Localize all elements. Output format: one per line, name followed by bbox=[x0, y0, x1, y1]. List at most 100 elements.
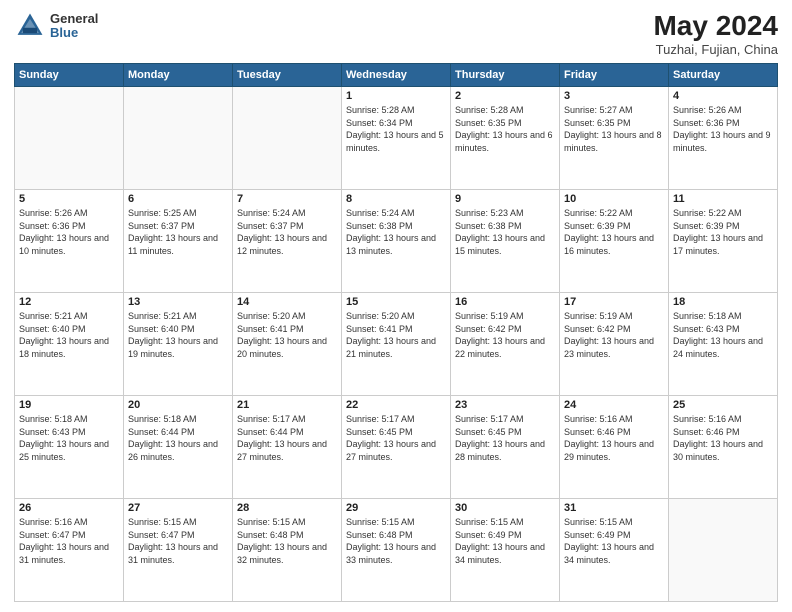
day-number: 13 bbox=[128, 296, 228, 308]
calendar-cell: 9Sunrise: 5:23 AM Sunset: 6:38 PM Daylig… bbox=[451, 190, 560, 293]
day-number: 5 bbox=[19, 193, 119, 205]
day-number: 20 bbox=[128, 399, 228, 411]
day-info: Sunrise: 5:28 AM Sunset: 6:34 PM Dayligh… bbox=[346, 104, 446, 154]
day-number: 31 bbox=[564, 502, 664, 514]
day-info: Sunrise: 5:19 AM Sunset: 6:42 PM Dayligh… bbox=[564, 310, 664, 360]
logo-text: General Blue bbox=[50, 12, 98, 41]
day-info: Sunrise: 5:22 AM Sunset: 6:39 PM Dayligh… bbox=[673, 207, 773, 257]
day-number: 22 bbox=[346, 399, 446, 411]
calendar-week-2: 5Sunrise: 5:26 AM Sunset: 6:36 PM Daylig… bbox=[15, 190, 778, 293]
day-number: 23 bbox=[455, 399, 555, 411]
calendar-cell: 22 Sunrise: 5:17 AM Sunset: 6:45 PM Dayli… bbox=[342, 396, 451, 499]
calendar-cell: 17 Sunrise: 5:19 AM Sunset: 6:42 PM Dayli… bbox=[560, 293, 669, 396]
calendar-week-4: 19 Sunrise: 5:18 AM Sunset: 6:43 PM Dayli… bbox=[15, 396, 778, 499]
day-number: 19 bbox=[19, 399, 119, 411]
day-info: Sunrise: 5:20 AM Sunset: 6:41 PM Dayligh… bbox=[346, 310, 446, 360]
calendar-cell: 30Sunrise: 5:15 AM Sunset: 6:49 PM Dayli… bbox=[451, 499, 560, 602]
col-thursday: Thursday bbox=[451, 64, 560, 87]
calendar-cell bbox=[233, 87, 342, 190]
calendar-cell: 2 Sunrise: 5:28 AM Sunset: 6:35 PM Daylig… bbox=[451, 87, 560, 190]
day-info: Sunrise: 5:15 AM Sunset: 6:47 PM Dayligh… bbox=[128, 516, 228, 566]
day-info: Sunrise: 5:17 AM Sunset: 6:45 PM Dayligh… bbox=[346, 413, 446, 463]
calendar-cell: 1Sunrise: 5:28 AM Sunset: 6:34 PM Daylig… bbox=[342, 87, 451, 190]
day-number: 2 bbox=[455, 90, 555, 102]
day-info: Sunrise: 5:25 AM Sunset: 6:37 PM Dayligh… bbox=[128, 207, 228, 257]
day-info: Sunrise: 5:21 AM Sunset: 6:40 PM Dayligh… bbox=[128, 310, 228, 360]
day-number: 4 bbox=[673, 90, 773, 102]
calendar-cell: 13 Sunrise: 5:21 AM Sunset: 6:40 PM Dayli… bbox=[124, 293, 233, 396]
day-info: Sunrise: 5:16 AM Sunset: 6:47 PM Dayligh… bbox=[19, 516, 119, 566]
day-number: 26 bbox=[19, 502, 119, 514]
day-info: Sunrise: 5:23 AM Sunset: 6:38 PM Dayligh… bbox=[455, 207, 555, 257]
day-info: Sunrise: 5:27 AM Sunset: 6:35 PM Dayligh… bbox=[564, 104, 664, 154]
day-info: Sunrise: 5:16 AM Sunset: 6:46 PM Dayligh… bbox=[673, 413, 773, 463]
col-sunday: Sunday bbox=[15, 64, 124, 87]
col-friday: Friday bbox=[560, 64, 669, 87]
calendar-cell: 18Sunrise: 5:18 AM Sunset: 6:43 PM Dayli… bbox=[669, 293, 778, 396]
day-number: 7 bbox=[237, 193, 337, 205]
calendar-cell: 24 Sunrise: 5:16 AM Sunset: 6:46 PM Dayli… bbox=[560, 396, 669, 499]
page: General Blue May 2024 Tuzhai, Fujian, Ch… bbox=[0, 0, 792, 612]
day-info: Sunrise: 5:16 AM Sunset: 6:46 PM Dayligh… bbox=[564, 413, 664, 463]
calendar-cell: 25 Sunrise: 5:16 AM Sunset: 6:46 PM Dayli… bbox=[669, 396, 778, 499]
day-number: 10 bbox=[564, 193, 664, 205]
day-info: Sunrise: 5:17 AM Sunset: 6:45 PM Dayligh… bbox=[455, 413, 555, 463]
header: General Blue May 2024 Tuzhai, Fujian, Ch… bbox=[14, 10, 778, 57]
day-number: 24 bbox=[564, 399, 664, 411]
calendar-cell bbox=[669, 499, 778, 602]
title-block: May 2024 Tuzhai, Fujian, China bbox=[653, 10, 778, 57]
day-number: 30 bbox=[455, 502, 555, 514]
day-info: Sunrise: 5:26 AM Sunset: 6:36 PM Dayligh… bbox=[673, 104, 773, 154]
calendar-cell: 16Sunrise: 5:19 AM Sunset: 6:42 PM Dayli… bbox=[451, 293, 560, 396]
calendar-cell: 12 Sunrise: 5:21 AM Sunset: 6:40 PM Dayli… bbox=[15, 293, 124, 396]
calendar-cell bbox=[15, 87, 124, 190]
calendar-week-3: 12 Sunrise: 5:21 AM Sunset: 6:40 PM Dayli… bbox=[15, 293, 778, 396]
day-number: 21 bbox=[237, 399, 337, 411]
day-info: Sunrise: 5:15 AM Sunset: 6:48 PM Dayligh… bbox=[237, 516, 337, 566]
day-number: 25 bbox=[673, 399, 773, 411]
logo-blue-label: Blue bbox=[50, 26, 98, 40]
calendar-cell: 23 Sunrise: 5:17 AM Sunset: 6:45 PM Dayli… bbox=[451, 396, 560, 499]
calendar-cell: 27Sunrise: 5:15 AM Sunset: 6:47 PM Dayli… bbox=[124, 499, 233, 602]
day-info: Sunrise: 5:18 AM Sunset: 6:43 PM Dayligh… bbox=[19, 413, 119, 463]
calendar-cell: 5Sunrise: 5:26 AM Sunset: 6:36 PM Daylig… bbox=[15, 190, 124, 293]
calendar-cell: 31 Sunrise: 5:15 AM Sunset: 6:49 PM Dayli… bbox=[560, 499, 669, 602]
calendar-week-5: 26 Sunrise: 5:16 AM Sunset: 6:47 PM Dayli… bbox=[15, 499, 778, 602]
calendar-cell: 26 Sunrise: 5:16 AM Sunset: 6:47 PM Dayli… bbox=[15, 499, 124, 602]
day-info: Sunrise: 5:17 AM Sunset: 6:44 PM Dayligh… bbox=[237, 413, 337, 463]
col-tuesday: Tuesday bbox=[233, 64, 342, 87]
day-info: Sunrise: 5:21 AM Sunset: 6:40 PM Dayligh… bbox=[19, 310, 119, 360]
calendar-cell: 7 Sunrise: 5:24 AM Sunset: 6:37 PM Daylig… bbox=[233, 190, 342, 293]
calendar-cell: 29Sunrise: 5:15 AM Sunset: 6:48 PM Dayli… bbox=[342, 499, 451, 602]
day-info: Sunrise: 5:19 AM Sunset: 6:42 PM Dayligh… bbox=[455, 310, 555, 360]
calendar-cell: 14Sunrise: 5:20 AM Sunset: 6:41 PM Dayli… bbox=[233, 293, 342, 396]
calendar-cell bbox=[124, 87, 233, 190]
calendar-cell: 19 Sunrise: 5:18 AM Sunset: 6:43 PM Dayli… bbox=[15, 396, 124, 499]
logo: General Blue bbox=[14, 10, 98, 42]
day-info: Sunrise: 5:24 AM Sunset: 6:38 PM Dayligh… bbox=[346, 207, 446, 257]
calendar-cell: 28Sunrise: 5:15 AM Sunset: 6:48 PM Dayli… bbox=[233, 499, 342, 602]
logo-general-label: General bbox=[50, 12, 98, 26]
day-number: 18 bbox=[673, 296, 773, 308]
calendar-cell: 6Sunrise: 5:25 AM Sunset: 6:37 PM Daylig… bbox=[124, 190, 233, 293]
day-number: 12 bbox=[19, 296, 119, 308]
calendar-cell: 3Sunrise: 5:27 AM Sunset: 6:35 PM Daylig… bbox=[560, 87, 669, 190]
day-info: Sunrise: 5:28 AM Sunset: 6:35 PM Dayligh… bbox=[455, 104, 555, 154]
calendar-week-1: 1Sunrise: 5:28 AM Sunset: 6:34 PM Daylig… bbox=[15, 87, 778, 190]
calendar-cell: 4 Sunrise: 5:26 AM Sunset: 6:36 PM Daylig… bbox=[669, 87, 778, 190]
calendar-cell: 8Sunrise: 5:24 AM Sunset: 6:38 PM Daylig… bbox=[342, 190, 451, 293]
calendar-cell: 15 Sunrise: 5:20 AM Sunset: 6:41 PM Dayli… bbox=[342, 293, 451, 396]
logo-icon bbox=[14, 10, 46, 42]
day-number: 17 bbox=[564, 296, 664, 308]
col-saturday: Saturday bbox=[669, 64, 778, 87]
day-number: 11 bbox=[673, 193, 773, 205]
col-monday: Monday bbox=[124, 64, 233, 87]
day-info: Sunrise: 5:15 AM Sunset: 6:48 PM Dayligh… bbox=[346, 516, 446, 566]
calendar-subtitle: Tuzhai, Fujian, China bbox=[653, 42, 778, 57]
header-row: Sunday Monday Tuesday Wednesday Thursday… bbox=[15, 64, 778, 87]
day-number: 15 bbox=[346, 296, 446, 308]
day-info: Sunrise: 5:24 AM Sunset: 6:37 PM Dayligh… bbox=[237, 207, 337, 257]
day-info: Sunrise: 5:15 AM Sunset: 6:49 PM Dayligh… bbox=[564, 516, 664, 566]
day-info: Sunrise: 5:20 AM Sunset: 6:41 PM Dayligh… bbox=[237, 310, 337, 360]
calendar-table: Sunday Monday Tuesday Wednesday Thursday… bbox=[14, 63, 778, 602]
